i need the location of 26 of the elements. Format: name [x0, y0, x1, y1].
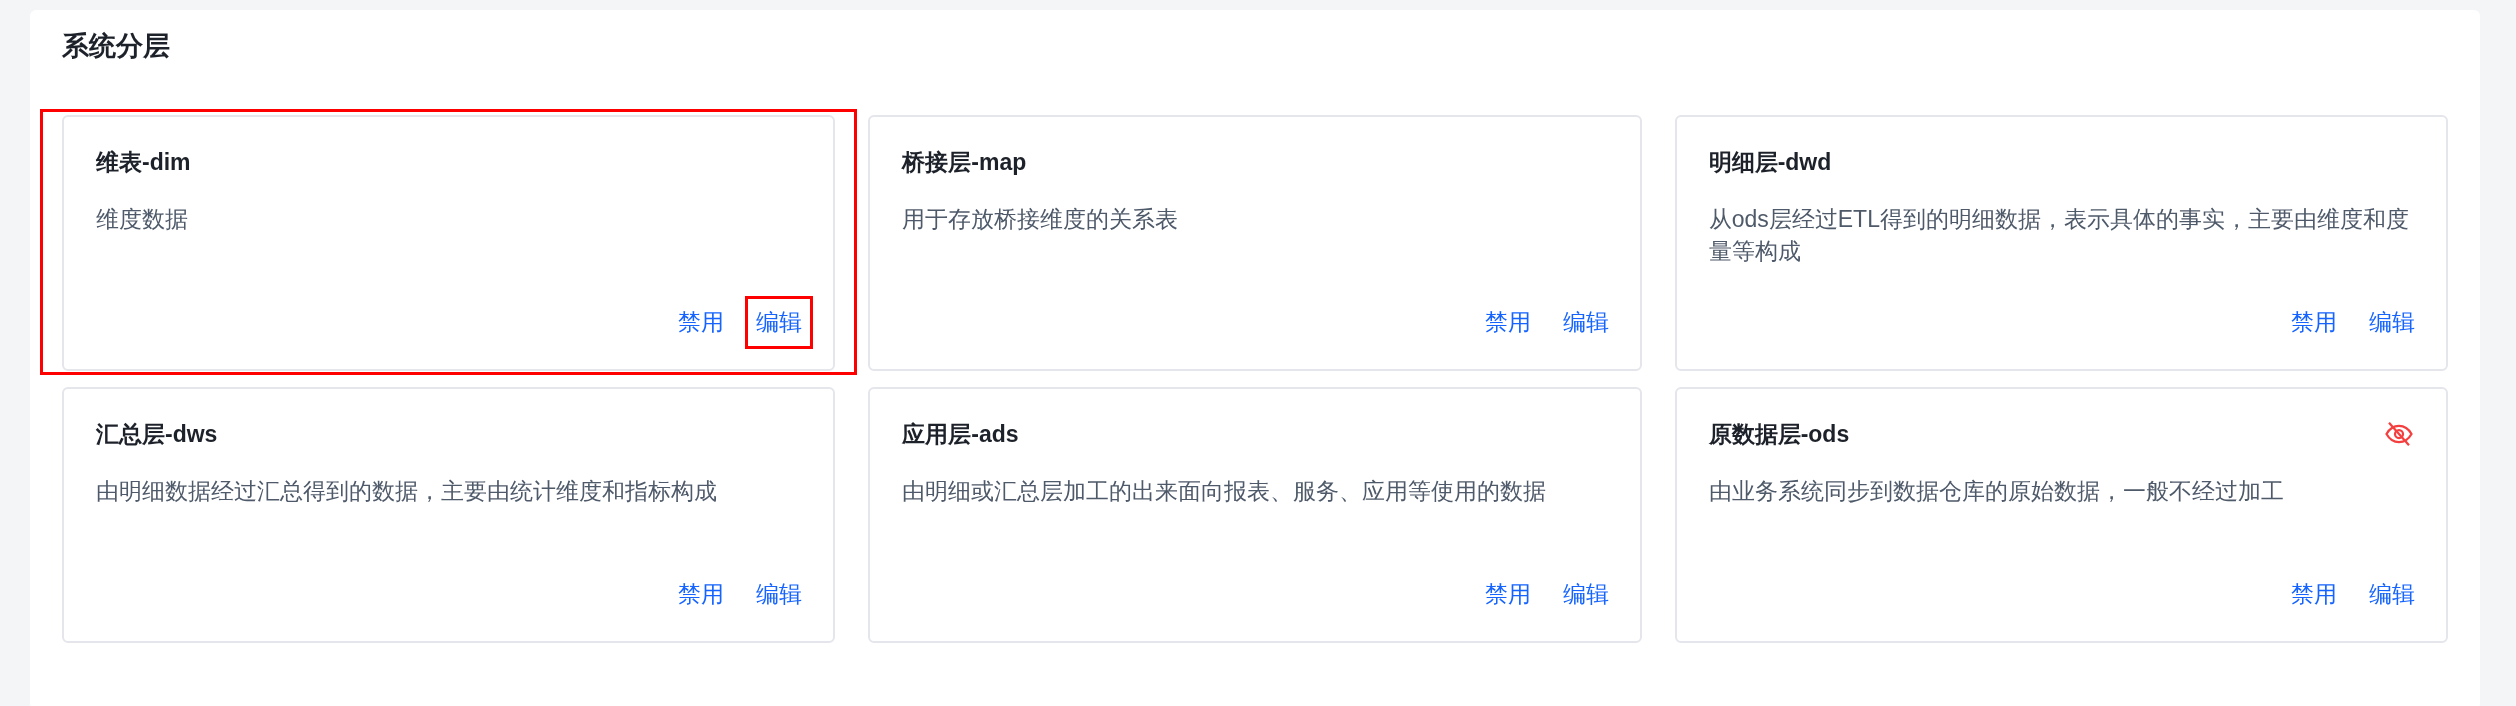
action-link[interactable]: 编辑: [1551, 568, 1620, 621]
action-link[interactable]: 编辑: [2358, 568, 2426, 621]
layer-description: 从ods层经过ETL得到的明细数据，表示具体的事实，主要由维度和度量等构成: [1708, 205, 2410, 266]
action-link[interactable]: 禁用: [667, 568, 736, 621]
layer-name: 明细层-dwd: [1708, 147, 1832, 177]
layer-name: 应用层-ads: [902, 419, 1019, 449]
action-link[interactable]: 禁用: [667, 296, 736, 349]
layer-name: 桥接层-map: [902, 147, 1027, 177]
action-link[interactable]: 编辑: [745, 296, 814, 349]
section-title: 系统分层: [62, 30, 171, 63]
action-link[interactable]: 编辑: [2358, 296, 2426, 349]
layer-description: 由明细或汇总层加工的出来面向报表、服务、应用等使用的数据: [902, 477, 1548, 506]
layer-name: 维表-dim: [96, 147, 191, 177]
layer-name: 原数据层-ods: [1708, 419, 1850, 449]
action-link[interactable]: 禁用: [2280, 568, 2348, 621]
action-link[interactable]: 禁用: [2280, 296, 2348, 349]
action-link[interactable]: 禁用: [1473, 296, 1542, 349]
layer-description: 由明细数据经过汇总得到的数据，主要由统计维度和指标构成: [96, 477, 718, 506]
action-link[interactable]: 禁用: [1473, 568, 1542, 621]
action-link[interactable]: 编辑: [745, 568, 814, 621]
layer-description: 由业务系统同步到数据仓库的原始数据，一般不经过加工: [1708, 477, 2285, 506]
layer-description: 用于存放桥接维度的关系表: [902, 205, 1180, 234]
action-link[interactable]: 编辑: [1551, 296, 1620, 349]
eye-off-icon[interactable]: [2384, 419, 2414, 449]
layer-name: 汇总层-dws: [96, 419, 218, 449]
layer-description: 维度数据: [96, 205, 189, 234]
